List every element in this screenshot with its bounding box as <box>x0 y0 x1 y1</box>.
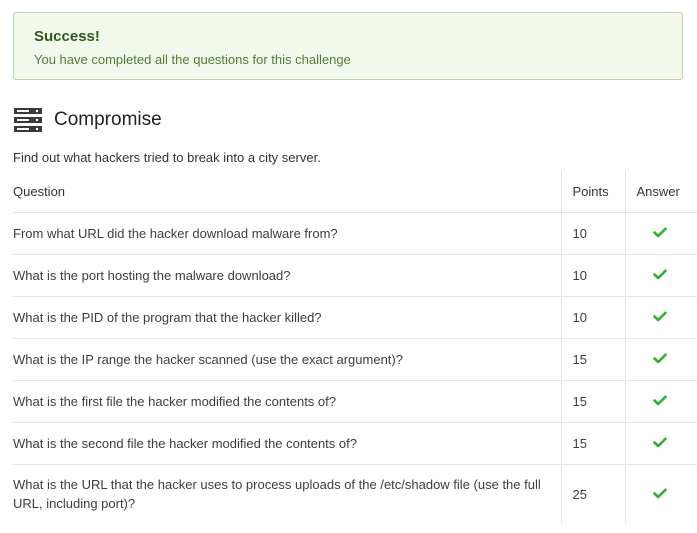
answer-status <box>624 296 697 339</box>
table-row[interactable]: What is the second file the hacker modif… <box>13 422 697 465</box>
server-icon <box>14 108 42 132</box>
check-icon <box>653 488 668 498</box>
answer-status <box>624 380 697 423</box>
question-points: 15 <box>560 380 625 423</box>
check-icon <box>653 395 668 406</box>
questions-table: Question Points Answer From what URL did… <box>13 171 697 523</box>
answer-status <box>624 422 697 465</box>
question-points: 25 <box>560 464 625 523</box>
question-text: What is the URL that the hacker uses to … <box>13 477 541 511</box>
question-text: From what URL did the hacker download ma… <box>13 212 561 255</box>
alert-message: You have completed all the questions for… <box>34 52 351 67</box>
check-icon <box>653 227 668 238</box>
question-points: 15 <box>560 338 625 381</box>
check-icon <box>653 353 668 364</box>
answer-status <box>624 212 697 255</box>
table-row[interactable]: What is the URL that the hacker uses to … <box>13 464 697 523</box>
check-icon <box>653 311 668 322</box>
answer-status <box>624 464 697 523</box>
table-row[interactable]: From what URL did the hacker download ma… <box>13 212 697 255</box>
question-points: 10 <box>560 212 625 255</box>
check-icon <box>653 437 668 448</box>
check-icon <box>653 269 668 280</box>
question-text: What is the port hosting the malware dow… <box>13 254 561 297</box>
question-text: What is the second file the hacker modif… <box>13 422 561 465</box>
table-row[interactable]: What is the PID of the program that the … <box>13 296 697 339</box>
question-points: 10 <box>560 254 625 297</box>
question-points: 10 <box>560 296 625 339</box>
question-column-header: Question <box>13 171 561 213</box>
question-text: What is the IP range the hacker scanned … <box>13 338 561 381</box>
question-points: 15 <box>560 422 625 465</box>
table-row[interactable]: What is the IP range the hacker scanned … <box>13 338 697 381</box>
question-text: What is the first file the hacker modifi… <box>13 380 561 423</box>
section-title: Compromise <box>54 109 162 130</box>
section-header: Compromise <box>13 106 162 134</box>
table-header-row: Question Points Answer <box>13 171 697 213</box>
section-description: Find out what hackers tried to break int… <box>13 150 321 165</box>
table-row[interactable]: What is the first file the hacker modifi… <box>13 380 697 423</box>
success-alert: Success! You have completed all the ques… <box>13 12 683 80</box>
answer-status <box>624 338 697 381</box>
question-text: What is the PID of the program that the … <box>13 296 561 339</box>
alert-title: Success! <box>34 28 100 45</box>
answer-status <box>624 254 697 297</box>
answer-column-header: Answer <box>624 171 697 213</box>
table-row[interactable]: What is the port hosting the malware dow… <box>13 254 697 297</box>
points-column-header: Points <box>560 171 625 213</box>
